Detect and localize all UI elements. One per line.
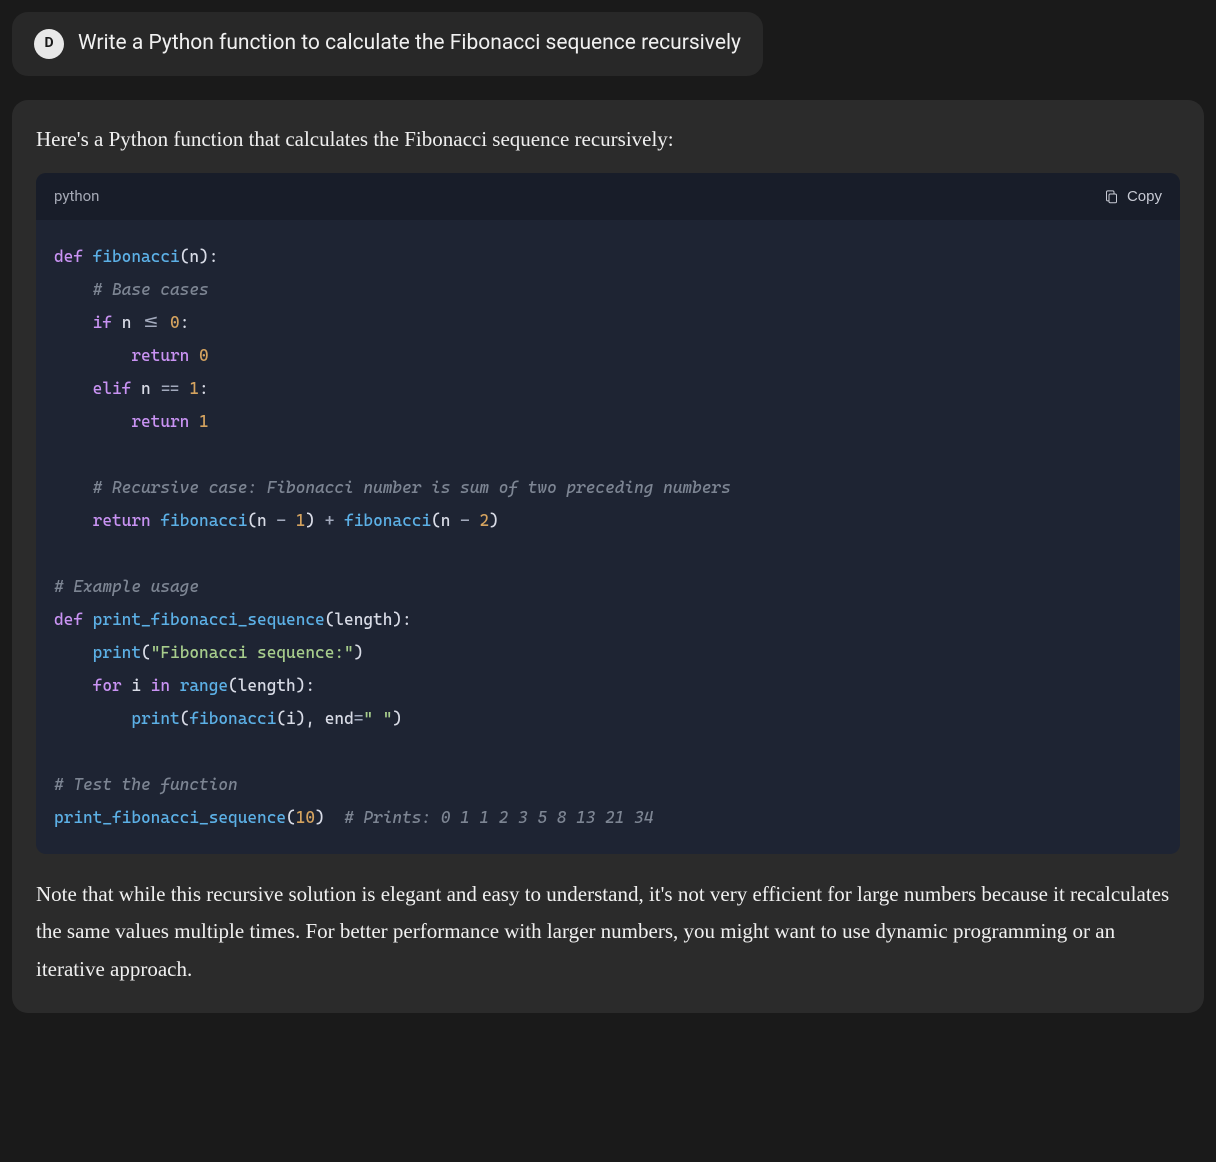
- assistant-intro: Here's a Python function that calculates…: [36, 124, 1180, 156]
- user-message-text: Write a Python function to calculate the…: [78, 28, 741, 60]
- code-content[interactable]: def fibonacci(n): # Base cases if n <= 0…: [36, 220, 1180, 854]
- assistant-note: Note that while this recursive solution …: [36, 876, 1180, 989]
- copy-button[interactable]: Copy: [1104, 188, 1162, 205]
- code-header: python Copy: [36, 173, 1180, 220]
- copy-button-label: Copy: [1127, 188, 1162, 205]
- clipboard-icon: [1104, 189, 1119, 204]
- assistant-message: Here's a Python function that calculates…: [12, 100, 1204, 1013]
- user-message: D Write a Python function to calculate t…: [12, 12, 763, 76]
- user-avatar: D: [34, 29, 64, 59]
- avatar-letter: D: [44, 33, 53, 54]
- code-language-label: python: [54, 185, 99, 208]
- code-block: python Copy def fibonacci(n): # Base cas…: [36, 173, 1180, 854]
